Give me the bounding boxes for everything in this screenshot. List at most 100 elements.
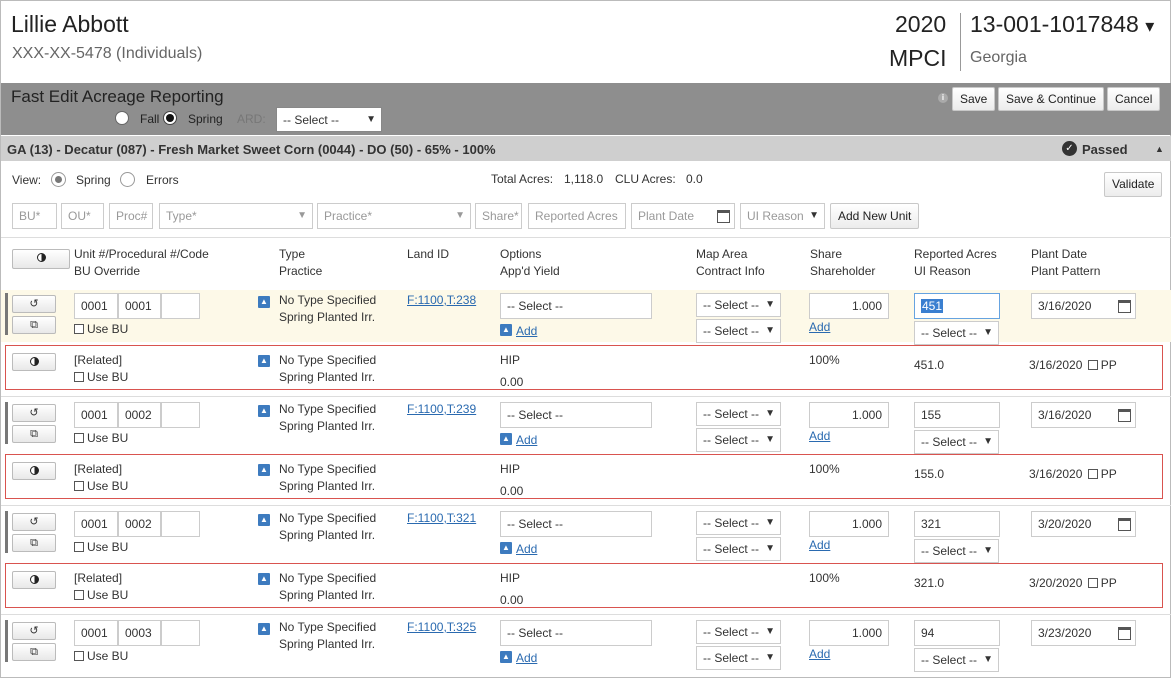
ui-reason-select[interactable]: -- Select -- ▼ xyxy=(914,539,999,563)
contract-select[interactable]: -- Select -- ▼ xyxy=(696,646,781,670)
plant-date-input[interactable]: Plant Date xyxy=(631,203,735,229)
expand-icon[interactable]: ▲ xyxy=(258,623,270,635)
expand-icon[interactable]: ▲ xyxy=(258,405,270,417)
land-id-link[interactable]: F:1100,T:238 xyxy=(407,293,476,307)
add-yield-link[interactable]: Add xyxy=(516,542,537,556)
use-bu-checkbox[interactable]: Use BU xyxy=(74,322,128,336)
share-input[interactable]: Share* xyxy=(475,203,522,229)
view-spring-radio[interactable] xyxy=(51,172,66,187)
plant-date-input[interactable]: 3/16/2020 xyxy=(1031,402,1136,428)
calendar-icon[interactable] xyxy=(1118,409,1131,422)
undo-button[interactable]: ↺ xyxy=(12,404,56,422)
plant-date-input[interactable]: 3/20/2020 xyxy=(1031,511,1136,537)
pp-checkbox[interactable] xyxy=(1087,578,1098,588)
add-icon[interactable]: ▲ xyxy=(500,542,512,554)
use-bu-checkbox[interactable]: Use BU xyxy=(74,540,128,554)
land-id-link[interactable]: F:1100,T:325 xyxy=(407,620,476,634)
add-yield-link[interactable]: Add xyxy=(516,433,537,447)
code-input[interactable] xyxy=(161,402,200,428)
policy-number-dropdown[interactable]: 13-001-1017848 ▾ xyxy=(970,11,1154,38)
expand-icon[interactable]: ▲ xyxy=(258,355,270,367)
contract-select[interactable]: -- Select -- ▼ xyxy=(696,319,781,343)
practice-select[interactable]: Practice* ▼ xyxy=(317,203,471,229)
add-shareholder-link[interactable]: Add xyxy=(809,429,830,443)
reported-acres-input[interactable]: 321 xyxy=(914,511,1000,537)
add-icon[interactable]: ▲ xyxy=(500,433,512,445)
add-yield-link[interactable]: Add xyxy=(516,324,537,338)
options-select[interactable]: -- Select -- xyxy=(500,293,652,319)
toggle-button[interactable] xyxy=(12,571,56,589)
reported-acres-input[interactable]: Reported Acres xyxy=(528,203,626,229)
options-select[interactable]: -- Select -- xyxy=(500,511,652,537)
use-bu-checkbox[interactable]: Use BU xyxy=(74,370,128,384)
proc-input[interactable]: 0002 xyxy=(118,511,161,537)
ou-input[interactable]: OU* xyxy=(61,203,104,229)
toggle-button[interactable] xyxy=(12,462,56,480)
unit-input[interactable]: 0001 xyxy=(74,511,118,537)
use-bu-checkbox[interactable]: Use BU xyxy=(74,588,128,602)
ui-reason-select[interactable]: UI Reason ▼ xyxy=(740,203,825,229)
add-new-unit-button[interactable]: Add New Unit xyxy=(830,203,920,229)
add-shareholder-link[interactable]: Add xyxy=(809,320,830,334)
expand-icon[interactable]: ▲ xyxy=(258,573,270,585)
calendar-icon[interactable] xyxy=(1118,627,1131,640)
contract-select[interactable]: -- Select -- ▼ xyxy=(696,537,781,561)
expand-icon[interactable]: ▲ xyxy=(258,296,270,308)
map-area-select[interactable]: -- Select -- ▼ xyxy=(696,402,781,426)
save-continue-button[interactable]: Save & Continue xyxy=(998,87,1105,111)
calendar-icon[interactable] xyxy=(1118,300,1131,313)
add-icon[interactable]: ▲ xyxy=(500,324,512,336)
toggle-all-button[interactable] xyxy=(12,249,70,269)
use-bu-checkbox[interactable]: Use BU xyxy=(74,649,128,663)
add-shareholder-link[interactable]: Add xyxy=(809,538,830,552)
use-bu-checkbox[interactable]: Use BU xyxy=(74,431,128,445)
calendar-icon[interactable] xyxy=(717,210,730,223)
ui-reason-select[interactable]: -- Select -- ▼ xyxy=(914,648,999,672)
copy-button[interactable]: ⧉ xyxy=(12,316,56,334)
spring-radio[interactable] xyxy=(163,111,177,125)
ard-select[interactable]: -- Select -- ▼ xyxy=(276,107,382,132)
validate-button[interactable]: Validate xyxy=(1104,172,1163,197)
info-icon[interactable]: i xyxy=(938,93,948,103)
copy-button[interactable]: ⧉ xyxy=(12,425,56,443)
undo-button[interactable]: ↺ xyxy=(12,513,56,531)
expand-icon[interactable]: ▲ xyxy=(258,514,270,526)
add-yield-link[interactable]: Add xyxy=(516,651,537,665)
reported-acres-input[interactable]: 451 xyxy=(914,293,1000,319)
add-icon[interactable]: ▲ xyxy=(500,651,512,663)
ui-reason-select[interactable]: -- Select -- ▼ xyxy=(914,321,999,345)
unit-input[interactable]: 0001 xyxy=(74,620,118,646)
type-select[interactable]: Type* ▼ xyxy=(159,203,313,229)
unit-input[interactable]: 0001 xyxy=(74,293,118,319)
proc-input[interactable]: 0002 xyxy=(118,402,161,428)
pp-checkbox[interactable] xyxy=(1087,360,1098,370)
code-input[interactable] xyxy=(161,620,200,646)
copy-button[interactable]: ⧉ xyxy=(12,534,56,552)
land-id-link[interactable]: F:1100,T:239 xyxy=(407,402,476,416)
toggle-button[interactable] xyxy=(12,353,56,371)
options-select[interactable]: -- Select -- xyxy=(500,620,652,646)
view-errors-radio[interactable] xyxy=(120,172,135,187)
map-area-select[interactable]: -- Select -- ▼ xyxy=(696,620,781,644)
copy-button[interactable]: ⧉ xyxy=(12,643,56,661)
reported-acres-input[interactable]: 94 xyxy=(914,620,1000,646)
share-input[interactable]: 1.000 xyxy=(809,511,889,537)
proc-input[interactable]: 0001 xyxy=(118,293,161,319)
proc-input[interactable]: Proc# xyxy=(109,203,153,229)
use-bu-checkbox[interactable]: Use BU xyxy=(74,479,128,493)
land-id-link[interactable]: F:1100,T:321 xyxy=(407,511,476,525)
add-shareholder-link[interactable]: Add xyxy=(809,647,830,661)
ui-reason-select[interactable]: -- Select -- ▼ xyxy=(914,430,999,454)
options-select[interactable]: -- Select -- xyxy=(500,402,652,428)
calendar-icon[interactable] xyxy=(1118,518,1131,531)
share-input[interactable]: 1.000 xyxy=(809,293,889,319)
undo-button[interactable]: ↺ xyxy=(12,622,56,640)
map-area-select[interactable]: -- Select -- ▼ xyxy=(696,511,781,535)
contract-select[interactable]: -- Select -- ▼ xyxy=(696,428,781,452)
code-input[interactable] xyxy=(161,293,200,319)
cancel-button[interactable]: Cancel xyxy=(1107,87,1161,111)
share-input[interactable]: 1.000 xyxy=(809,402,889,428)
pp-checkbox[interactable] xyxy=(1087,469,1098,479)
share-input[interactable]: 1.000 xyxy=(809,620,889,646)
expand-icon[interactable]: ▲ xyxy=(258,464,270,476)
